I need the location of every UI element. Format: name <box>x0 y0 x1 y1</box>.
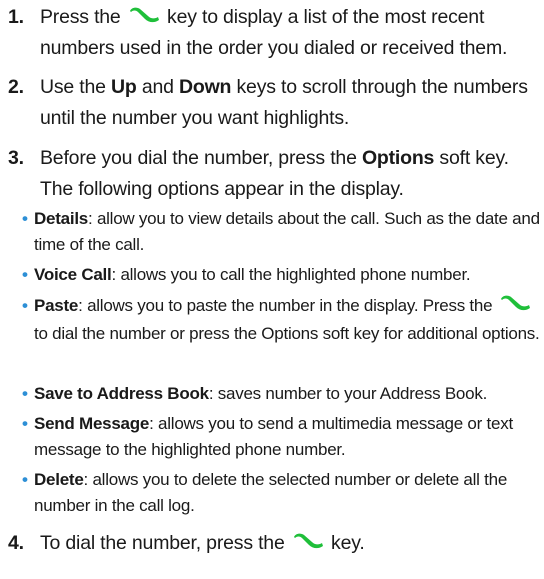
option-description: : allows you to call the highlighted pho… <box>111 265 471 284</box>
step-text: Before you dial the number, press the Op… <box>40 147 509 200</box>
instruction-document: 1. Press the key to display a list of th… <box>0 0 544 579</box>
step-text: Use the Up and Down keys to scroll throu… <box>40 76 528 129</box>
option-paste: • Paste: allows you to paste the number … <box>22 292 540 348</box>
option-term: Paste <box>34 296 79 315</box>
option-send-message: • Send Message: allows you to send a mul… <box>22 411 540 463</box>
step-number: 2. <box>8 76 24 98</box>
step-3: 3. Before you dial the number, press the… <box>8 143 538 205</box>
step-text: Press the key to display a list of the m… <box>40 6 508 59</box>
option-description: : allow you to view details about the ca… <box>34 209 540 254</box>
option-term: Send Message <box>34 414 150 433</box>
bullet-icon: • <box>22 384 28 403</box>
step-number: 4. <box>8 532 24 554</box>
bullet-icon: • <box>22 414 28 433</box>
option-description: : saves number to your Address Book. <box>208 384 488 403</box>
bullet-icon: • <box>22 296 28 315</box>
option-term: Delete <box>34 470 84 489</box>
step-4: 4. To dial the number, press the key. <box>8 528 538 559</box>
option-details: • Details: allow you to view details abo… <box>22 206 540 258</box>
option-voice-call: • Voice Call: allows you to call the hig… <box>22 262 540 288</box>
bullet-icon: • <box>22 265 28 284</box>
bullet-icon: • <box>22 209 28 228</box>
option-description: : allows you to delete the selected numb… <box>34 470 508 515</box>
step-1: 1. Press the key to display a list of th… <box>8 2 538 64</box>
step-number: 1. <box>8 6 24 28</box>
option-term: Voice Call <box>34 265 112 284</box>
option-term: Save to Address Book <box>34 384 209 403</box>
option-save-to-address-book: • Save to Address Book: saves number to … <box>22 381 540 407</box>
send-key-icon <box>292 532 324 550</box>
step-text: To dial the number, press the key. <box>40 532 365 554</box>
bullet-icon: • <box>22 470 28 489</box>
send-key-icon <box>499 294 531 312</box>
step-number: 3. <box>8 147 24 169</box>
option-delete: • Delete: allows you to delete the selec… <box>22 467 540 519</box>
send-key-icon <box>128 6 160 24</box>
step-2: 2. Use the Up and Down keys to scroll th… <box>8 72 538 134</box>
option-term: Details <box>34 209 88 228</box>
